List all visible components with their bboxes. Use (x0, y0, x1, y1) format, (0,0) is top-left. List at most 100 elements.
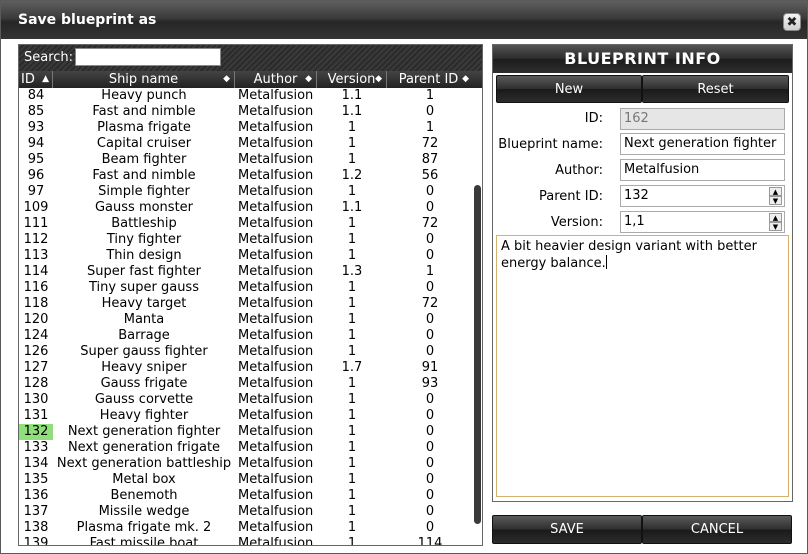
table-row[interactable]: 95 Beam fighter Metalfusion 1 87 (19, 152, 472, 168)
cell-ship-name: Gauss corvette (94, 392, 194, 407)
table-row[interactable]: 124 Barrage Metalfusion 1 0 (19, 328, 472, 344)
cell-ship-name: Metal box (112, 472, 176, 487)
column-header-version[interactable]: Version ◆ (317, 71, 387, 88)
cell-id: 112 (23, 232, 49, 247)
search-input[interactable] (75, 48, 221, 66)
cell-ship-name: Next generation frigate (67, 440, 221, 455)
description-textarea[interactable]: A bit heavier design variant with better… (496, 235, 789, 497)
column-header-id[interactable]: ID ▲ (19, 71, 53, 88)
table-row[interactable]: 137 Missile wedge Metalfusion 1 0 (19, 504, 472, 520)
column-header-name-label: Ship name (108, 72, 179, 87)
cell-version: 1 (347, 424, 357, 439)
scrollbar[interactable] (473, 88, 482, 545)
cell-parent-id: 72 (421, 216, 439, 231)
spin-down-icon[interactable]: ▼ (769, 196, 782, 205)
cell-author: Metalfusion (238, 360, 314, 375)
table-row[interactable]: 116 Tiny super gauss Metalfusion 1 0 (19, 280, 472, 296)
new-button[interactable]: New (496, 75, 642, 103)
cell-ship-name: Gauss monster (94, 200, 194, 215)
table-header: ID ▲ Ship name ◆ Author ◆ Version ◆ Parent I… (19, 71, 482, 88)
cell-author: Metalfusion (238, 264, 314, 279)
cell-id: 128 (23, 376, 49, 391)
cell-version: 1 (347, 440, 357, 455)
table-row[interactable]: 132 Next generation fighter Metalfusion 1 0 (19, 424, 472, 440)
table-row[interactable]: 111 Battleship Metalfusion 1 72 (19, 216, 472, 232)
save-button[interactable]: SAVE (492, 515, 642, 544)
cell-parent-id: 0 (425, 344, 435, 359)
table-row[interactable]: 97 Simple fighter Metalfusion 1 0 (19, 184, 472, 200)
cell-parent-id: 0 (425, 472, 435, 487)
blueprint-list-panel: Search: ID ▲ Ship name ◆ Author ◆ Version ◆ … (18, 44, 483, 546)
cell-version: 1.1 (341, 200, 363, 215)
table-row[interactable]: 120 Manta Metalfusion 1 0 (19, 312, 472, 328)
cell-version: 1 (347, 488, 357, 503)
cancel-button[interactable]: CANCEL (642, 515, 792, 544)
table-row[interactable]: 136 Benemoth Metalfusion 1 0 (19, 488, 472, 504)
column-header-version-label: Version (327, 72, 376, 87)
table-row[interactable]: 126 Super gauss fighter Metalfusion 1 0 (19, 344, 472, 360)
table-row[interactable]: 113 Thin design Metalfusion 1 0 (19, 248, 472, 264)
cell-version: 1 (347, 536, 357, 545)
id-field: 162 (620, 108, 785, 130)
cell-author: Metalfusion (238, 120, 314, 135)
cell-ship-name: Manta (123, 312, 165, 327)
spin-up-icon[interactable]: ▲ (769, 187, 782, 196)
cell-author: Metalfusion (238, 504, 314, 519)
version-stepper[interactable]: 1,1 ▲ ▼ (620, 211, 785, 233)
sort-icon: ◆ (375, 74, 382, 84)
dialog-title: Save blueprint as (18, 12, 157, 28)
cell-parent-id: 87 (421, 152, 439, 167)
column-header-parent-id[interactable]: Parent ID ◆ (387, 71, 482, 88)
table-row[interactable]: 134 Next generation battleship Metalfusion… (19, 456, 472, 472)
table-row[interactable]: 135 Metal box Metalfusion 1 0 (19, 472, 472, 488)
cell-author: Metalfusion (238, 152, 314, 167)
table-row[interactable]: 130 Gauss corvette Metalfusion 1 0 (19, 392, 472, 408)
blueprint-info-panel: BLUEPRINT INFO New Reset ID: 162 Bluepri… (492, 44, 793, 502)
cell-ship-name: Next generation battleship (56, 456, 232, 471)
cell-version: 1 (347, 312, 357, 327)
cell-author: Metalfusion (238, 376, 314, 391)
author-label: Author: (555, 163, 603, 178)
reset-button[interactable]: Reset (642, 75, 789, 103)
sort-icon: ◆ (223, 74, 230, 84)
cell-author: Metalfusion (238, 296, 314, 311)
column-header-author[interactable]: Author ◆ (235, 71, 317, 88)
cell-author: Metalfusion (238, 456, 314, 471)
table-row[interactable]: 96 Fast and nimble Metalfusion 1.2 56 (19, 168, 472, 184)
spin-up-icon[interactable]: ▲ (769, 213, 782, 222)
cell-id: 139 (23, 536, 49, 545)
table-row[interactable]: 139 Fast missile boat Metalfusion 1 114 (19, 536, 472, 545)
table-row[interactable]: 138 Plasma frigate mk. 2 Metalfusion 1 0 (19, 520, 472, 536)
close-icon[interactable]: ✖ (783, 13, 801, 31)
scrollbar-thumb[interactable] (474, 185, 481, 524)
table-row[interactable]: 109 Gauss monster Metalfusion 1.1 0 (19, 200, 472, 216)
column-header-name[interactable]: Ship name ◆ (53, 71, 235, 88)
cell-id: 137 (23, 504, 49, 519)
sort-icon: ◆ (462, 74, 469, 84)
column-header-parent-id-label: Parent ID (398, 72, 459, 87)
author-field[interactable]: Metalfusion (620, 159, 785, 181)
table-row[interactable]: 112 Tiny fighter Metalfusion 1 0 (19, 232, 472, 248)
cell-version: 1 (347, 520, 357, 535)
table-row[interactable]: 94 Capital cruiser Metalfusion 1 72 (19, 136, 472, 152)
table-row[interactable]: 133 Next generation frigate Metalfusion 1 0 (19, 440, 472, 456)
cell-parent-id: 0 (425, 184, 435, 199)
table-row[interactable]: 84 Heavy punch Metalfusion 1.1 1 (19, 88, 472, 104)
table-row[interactable]: 85 Fast and nimble Metalfusion 1.1 0 (19, 104, 472, 120)
cell-id: 94 (27, 136, 45, 151)
spin-down-icon[interactable]: ▼ (769, 222, 782, 231)
cell-ship-name: Fast missile boat (89, 536, 199, 545)
blueprint-name-field[interactable]: Next generation fighter (620, 133, 785, 155)
table-row[interactable]: 128 Gauss frigate Metalfusion 1 93 (19, 376, 472, 392)
cell-author: Metalfusion (238, 280, 314, 295)
parent-id-stepper[interactable]: 132 ▲ ▼ (620, 185, 785, 207)
table-row[interactable]: 127 Heavy sniper Metalfusion 1.7 91 (19, 360, 472, 376)
title-bar[interactable]: Save blueprint as ✖ (1, 1, 807, 39)
table-row[interactable]: 114 Super fast fighter Metalfusion 1.3 1 (19, 264, 472, 280)
cell-ship-name: Super fast fighter (87, 264, 201, 279)
info-title: BLUEPRINT INFO (493, 45, 792, 73)
table-row[interactable]: 118 Heavy target Metalfusion 1 72 (19, 296, 472, 312)
table-row[interactable]: 131 Heavy fighter Metalfusion 1 0 (19, 408, 472, 424)
cell-author: Metalfusion (238, 104, 314, 119)
table-row[interactable]: 93 Plasma frigate Metalfusion 1 1 (19, 120, 472, 136)
